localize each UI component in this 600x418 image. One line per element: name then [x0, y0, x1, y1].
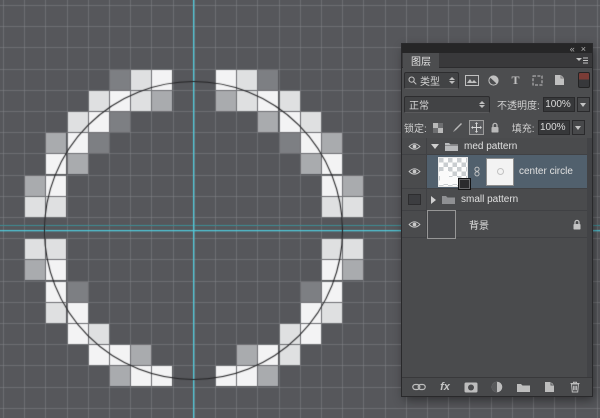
adjustment-filter-icon[interactable] [484, 72, 503, 89]
photoshop-workspace: { "canvas": { "background": "#56575b", "… [0, 0, 600, 418]
panel-group-header: « × [402, 44, 592, 53]
layers-panel: « × 图层 类型 T [402, 44, 592, 396]
delete-layer-icon[interactable] [567, 380, 583, 394]
fill-arrow-button[interactable] [572, 120, 585, 135]
dropdown-spinner-icon [479, 101, 485, 108]
layer-filter-row: 类型 T [402, 68, 592, 92]
layers-list: med pattern center circle [402, 138, 592, 377]
group-expand-caret-icon[interactable] [431, 144, 439, 149]
search-icon [408, 76, 417, 85]
opacity-value[interactable]: 100% [543, 97, 575, 112]
lock-row: 锁定: 填充: 100% [402, 117, 592, 138]
pattern-badge-icon [458, 178, 471, 190]
layer-row-center-circle[interactable]: center circle [402, 155, 592, 189]
layer-row-med-pattern[interactable]: med pattern [402, 138, 592, 155]
background-lock-icon [572, 219, 582, 230]
panel-menu-icon[interactable] [575, 56, 589, 66]
layer-name: med pattern [464, 141, 517, 152]
layer-row-small-pattern[interactable]: small pattern [402, 189, 592, 211]
layer-mask-thumbnail[interactable] [486, 158, 514, 186]
type-filter-icon[interactable]: T [506, 72, 525, 89]
shape-filter-icon[interactable] [528, 72, 547, 89]
layer-thumbnail[interactable] [438, 157, 468, 187]
visibility-eye-icon[interactable] [402, 155, 427, 188]
filter-kind-dropdown[interactable]: 类型 [404, 72, 459, 89]
fill-label: 填充: [512, 120, 535, 135]
fill-value[interactable]: 100% [538, 120, 570, 135]
panel-bottom-toolbar: fx [402, 377, 592, 396]
new-group-icon[interactable] [515, 380, 531, 394]
opacity-arrow-button[interactable] [577, 97, 590, 112]
new-layer-icon[interactable] [541, 380, 557, 394]
folder-closed-icon [441, 194, 456, 205]
lock-all-icon[interactable] [488, 120, 503, 135]
collapse-panels-icon[interactable]: « [570, 45, 575, 53]
add-layer-mask-icon[interactable] [463, 380, 479, 394]
layer-thumbnail[interactable] [427, 210, 456, 239]
layer-name: center circle [519, 166, 573, 177]
mask-link-icon[interactable] [473, 165, 481, 178]
filter-toggle-switch[interactable] [578, 72, 590, 88]
blend-mode-row: 正常 不透明度: 100% [402, 92, 592, 117]
lock-label: 锁定: [404, 120, 427, 135]
new-adjustment-layer-icon[interactable] [489, 380, 505, 394]
visibility-eye-icon[interactable] [402, 138, 427, 154]
filter-kind-label: 类型 [420, 73, 440, 88]
layer-style-icon[interactable]: fx [437, 380, 453, 394]
group-collapsed-caret-icon[interactable] [431, 196, 436, 204]
lock-pixels-icon[interactable] [450, 120, 465, 135]
blend-mode-value: 正常 [409, 97, 429, 112]
smart-object-filter-icon[interactable] [550, 72, 569, 89]
layer-name: 背景 [469, 217, 489, 232]
opacity-label: 不透明度: [497, 97, 540, 112]
dropdown-spinner-icon [449, 77, 455, 84]
blend-mode-dropdown[interactable]: 正常 [404, 96, 490, 113]
folder-open-icon [444, 141, 459, 152]
close-panel-icon[interactable]: × [581, 45, 586, 53]
list-scrollbar-track[interactable] [587, 138, 592, 377]
lock-position-icon[interactable] [469, 120, 484, 135]
lock-transparency-icon[interactable] [431, 120, 446, 135]
pixel-filter-icon[interactable] [462, 72, 481, 89]
visibility-eye-off-icon[interactable] [402, 189, 427, 210]
visibility-eye-icon[interactable] [402, 211, 427, 237]
layer-row-background[interactable]: 背景 [402, 211, 592, 238]
tab-layers[interactable]: 图层 [403, 53, 439, 68]
layer-name: small pattern [461, 194, 518, 205]
panel-tab-bar: 图层 [402, 53, 592, 68]
link-layers-icon[interactable] [411, 380, 427, 394]
